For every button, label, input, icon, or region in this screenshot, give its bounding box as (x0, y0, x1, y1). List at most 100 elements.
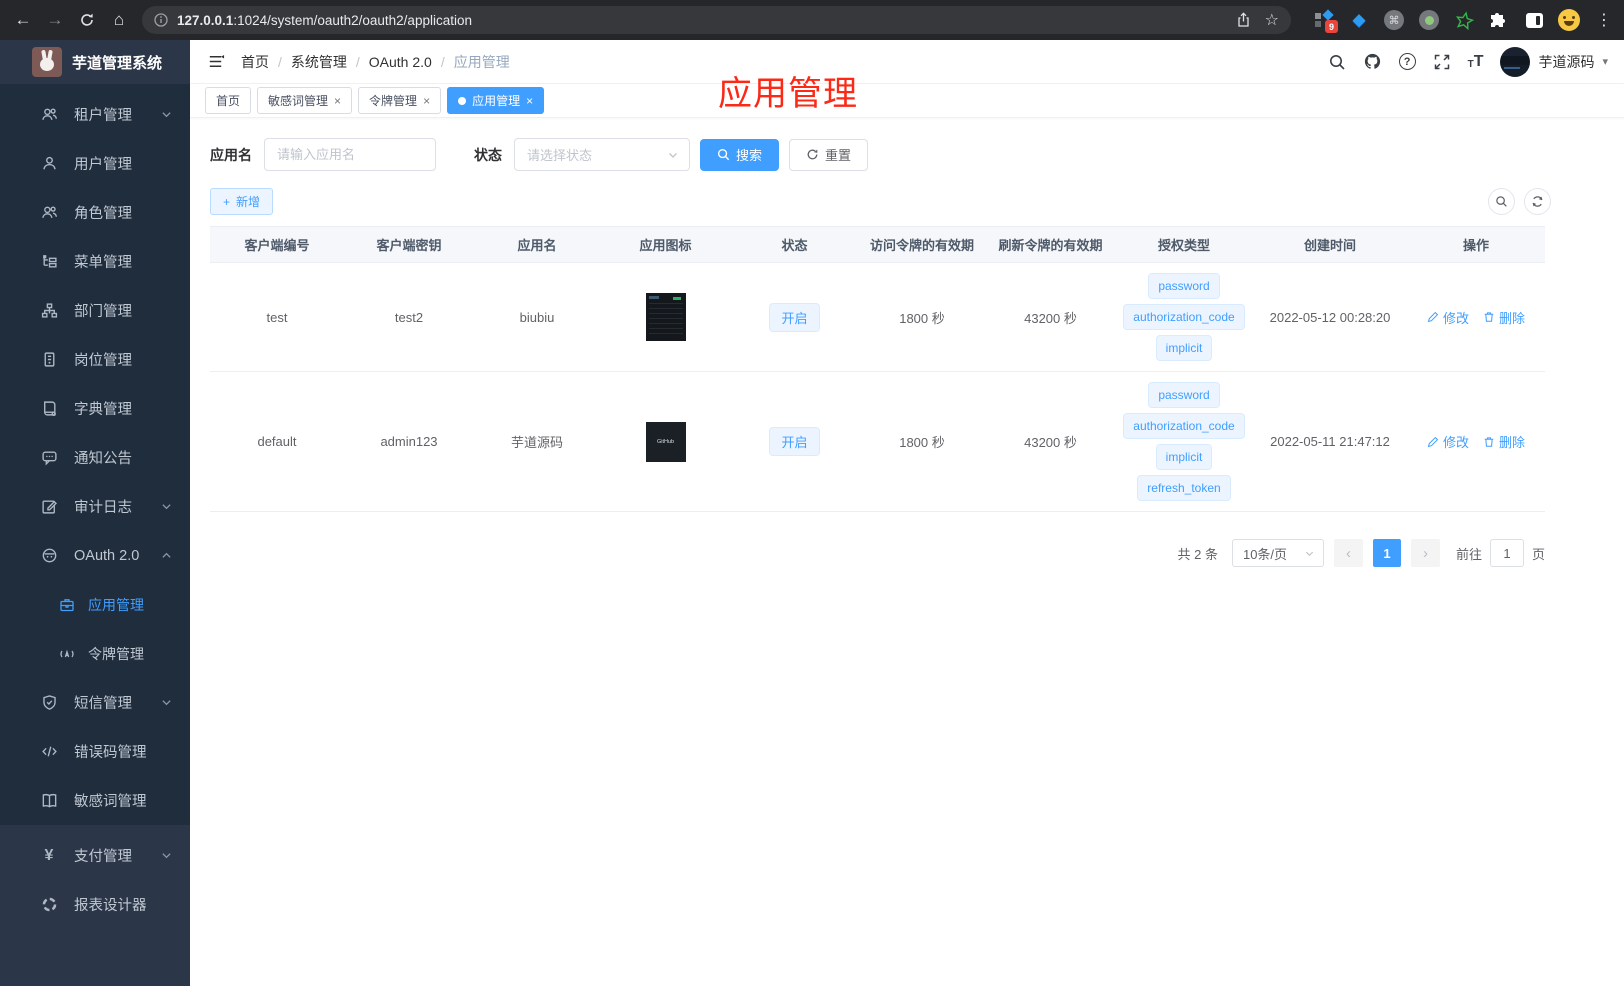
gem-extension-icon[interactable]: ◆ (1348, 9, 1370, 31)
help-icon[interactable]: ? (1398, 53, 1416, 70)
page-size-select[interactable]: 10条/页 (1231, 539, 1324, 567)
chevron-down-icon (161, 697, 172, 708)
sidebar-item-sensitive-words[interactable]: 敏感词管理 (0, 776, 190, 825)
command-extension-icon[interactable]: ⌘ (1383, 9, 1405, 31)
star-extension-icon[interactable] (1453, 9, 1475, 31)
site-info-icon[interactable] (154, 13, 168, 27)
org-tree-icon (40, 302, 58, 319)
goto-label: 前往 (1455, 546, 1482, 562)
sidebar-item-user[interactable]: 用户管理 (0, 139, 190, 188)
sidebar-item-audit-log[interactable]: 审计日志 (0, 482, 190, 531)
user-menu[interactable]: 芋道源码 ▾ (1500, 46, 1608, 77)
prev-page-button[interactable]: ‹ (1333, 539, 1363, 567)
status-badge: 开启 (769, 427, 820, 456)
sidebar-item-label: 短信管理 (74, 696, 132, 712)
close-icon[interactable]: × (526, 95, 533, 107)
reset-button[interactable]: 重置 (789, 138, 869, 171)
filter-form: 应用名 状态 请选择状态 搜索 重置 (210, 138, 1604, 171)
sidebar-item-report-designer[interactable]: 报表设计器 (0, 880, 190, 929)
app-icon-image (645, 293, 686, 341)
table-toolbar: + 新增 (210, 188, 1604, 215)
sidebar-item-label: 部门管理 (74, 304, 132, 320)
pagination-total: 共 2 条 (1177, 546, 1218, 562)
address-bar[interactable]: 127.0.0.1:1024/system/oauth2/oauth2/appl… (142, 6, 1291, 34)
sidebar-item-tenant[interactable]: 租户管理 (0, 90, 190, 139)
app-name-input[interactable] (264, 138, 436, 171)
goto-page-input[interactable] (1489, 539, 1524, 567)
sidebar-item-label: 敏感词管理 (74, 794, 147, 810)
browser-back-button[interactable]: ← (8, 5, 38, 35)
page-unit-label: 页 (1531, 546, 1545, 562)
status-label: 状态 (474, 146, 502, 163)
logo-image (32, 47, 62, 77)
browser-home-button[interactable]: ⌂ (104, 5, 134, 35)
yen-icon: ¥ (44, 846, 54, 864)
sidebar-item-oauth-application[interactable]: 应用管理 (0, 580, 190, 629)
status-badge: 开启 (769, 302, 820, 332)
sidebar-item-sms[interactable]: 短信管理 (0, 678, 190, 727)
add-button[interactable]: + 新增 (210, 188, 274, 215)
tab-application[interactable]: 应用管理 × (447, 87, 545, 114)
chevron-up-icon (161, 550, 172, 561)
sidebar-item-post[interactable]: 岗位管理 (0, 335, 190, 384)
browser-reload-button[interactable] (72, 5, 102, 35)
sidebar-item-notice[interactable]: 通知公告 (0, 433, 190, 482)
cell-client-id: test (266, 309, 288, 325)
status-select[interactable]: 请选择状态 (514, 138, 690, 171)
edit-button[interactable]: 修改 (1427, 308, 1469, 327)
delete-button[interactable]: 删除 (1483, 432, 1525, 451)
tab-sensitive-words[interactable]: 敏感词管理 × (257, 87, 353, 114)
browser-menu-icon[interactable]: ⋮ (1592, 10, 1616, 30)
adblock-extension-icon[interactable]: 9 (1313, 9, 1338, 33)
app-icon-image: GitHub (645, 421, 686, 462)
page-number-button[interactable]: 1 (1372, 539, 1401, 567)
search-button[interactable]: 搜索 (700, 138, 780, 171)
sidebar-item-label: 岗位管理 (74, 353, 132, 369)
close-icon[interactable]: × (423, 95, 430, 107)
font-size-icon[interactable]: TT (1468, 53, 1484, 70)
cell-app-name: 芋道源码 (510, 435, 563, 450)
toggle-search-button[interactable] (1488, 188, 1515, 215)
sidebar-item-menu[interactable]: 菜单管理 (0, 237, 190, 286)
sidebar-item-payment[interactable]: ¥ 支付管理 (0, 831, 190, 880)
close-icon[interactable]: × (334, 95, 341, 107)
sidebar-item-error-code[interactable]: 错误码管理 (0, 727, 190, 776)
delete-button[interactable]: 删除 (1483, 308, 1525, 327)
sidebar-item-dept[interactable]: 部门管理 (0, 286, 190, 335)
col-header: 客户端编号 (244, 238, 310, 253)
cell-status: 开启 (731, 417, 858, 466)
profile-avatar[interactable] (1558, 9, 1580, 31)
edit-button[interactable]: 修改 (1427, 432, 1469, 451)
grant-type-tag: authorization_code (1123, 413, 1245, 439)
tab-token[interactable]: 令牌管理 × (358, 87, 442, 114)
main-content: 应用管理 首页 / 系统管理 / OAuth 2.0 / 应用管理 ? T T … (190, 40, 1624, 986)
plus-icon: + (223, 194, 231, 209)
grant-type-tag: refresh_token (1137, 475, 1231, 501)
sidebar-item-dict[interactable]: 字典管理 (0, 384, 190, 433)
refresh-button[interactable] (1524, 188, 1551, 215)
bookmark-icon[interactable]: ☆ (1265, 10, 1279, 30)
browser-forward-button[interactable]: → (40, 5, 70, 35)
log-edit-icon (40, 498, 58, 515)
sidebar-item-role[interactable]: 角色管理 (0, 188, 190, 237)
next-page-button[interactable]: › (1410, 539, 1440, 567)
tab-home[interactable]: 首页 (205, 87, 252, 114)
breadcrumb-home[interactable]: 首页 (241, 52, 269, 72)
tab-label: 首页 (216, 94, 241, 108)
breadcrumb-system[interactable]: 系统管理 (291, 52, 347, 72)
recorder-extension-icon[interactable] (1418, 9, 1440, 31)
app-logo[interactable]: 芋道管理系统 (0, 40, 190, 84)
shield-check-icon (40, 694, 58, 711)
app-name-label: 应用名 (210, 146, 252, 163)
share-icon[interactable] (1236, 12, 1251, 28)
breadcrumb-oauth[interactable]: OAuth 2.0 (369, 54, 432, 70)
sidebar-collapse-icon[interactable] (206, 52, 225, 71)
fullscreen-icon[interactable] (1433, 53, 1451, 71)
github-icon[interactable] (1363, 52, 1382, 71)
puzzle-extensions-icon[interactable] (1488, 9, 1510, 31)
split-screen-icon[interactable] (1523, 9, 1545, 31)
sidebar-item-oauth-token[interactable]: 令牌管理 (0, 629, 190, 678)
search-icon[interactable] (1328, 53, 1346, 71)
extension-badge: 9 (1325, 20, 1338, 33)
sidebar-item-oauth[interactable]: OAuth 2.0 (0, 531, 190, 580)
